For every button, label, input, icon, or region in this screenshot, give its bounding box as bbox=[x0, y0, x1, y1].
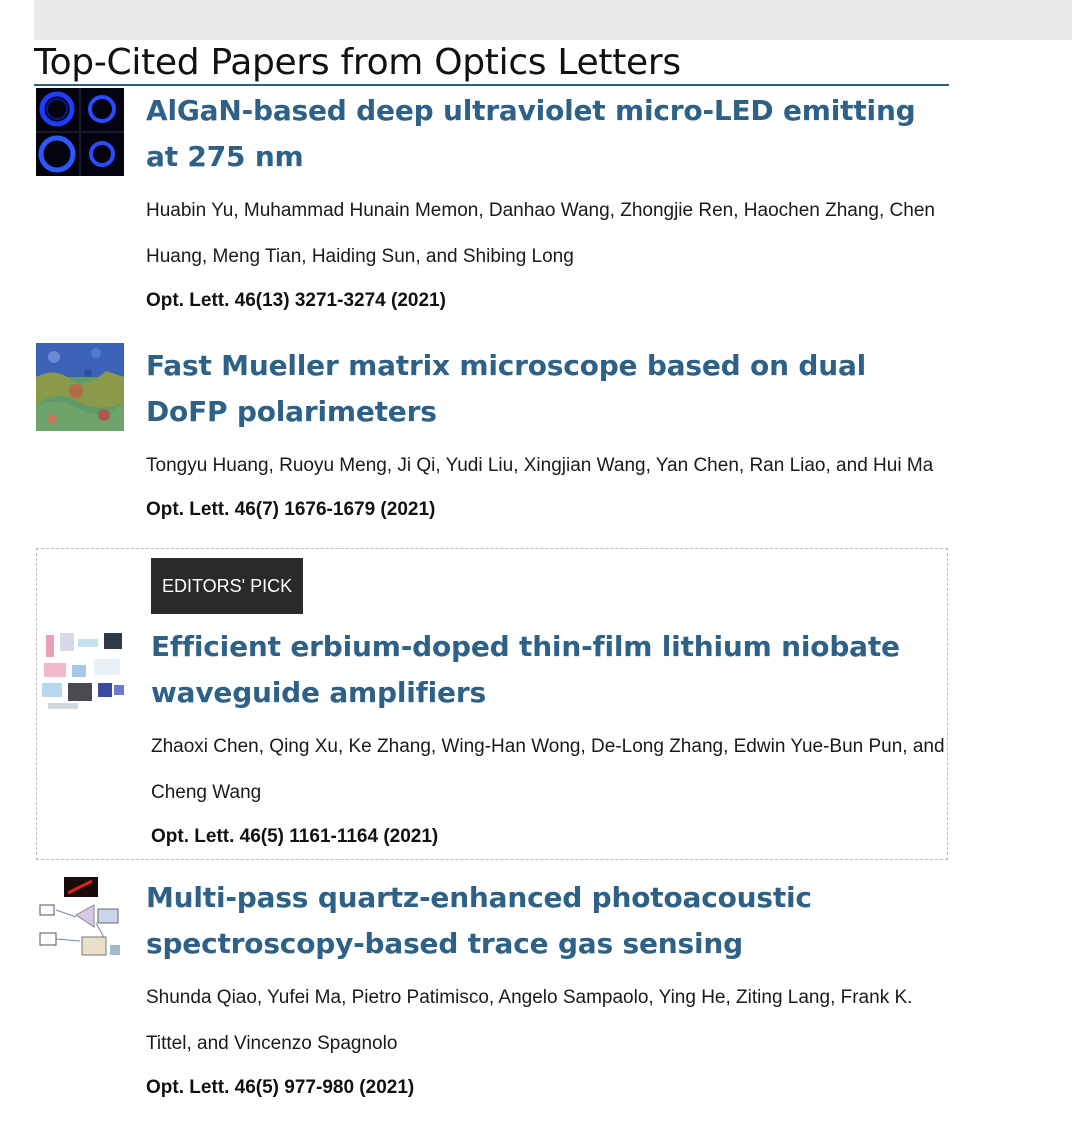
paper-content: AlGaN-based deep ultraviolet micro-LED e… bbox=[146, 88, 946, 322]
paper-content: Multi-pass quartz-enhanced photoacoustic… bbox=[146, 875, 946, 1109]
paper-title-link[interactable]: AlGaN-based deep ultraviolet micro-LED e… bbox=[146, 88, 946, 180]
paper-content: Fast Mueller matrix microscope based on … bbox=[146, 343, 946, 531]
paper-authors: Shunda Qiao, Yufei Ma, Pietro Patimisco,… bbox=[146, 987, 913, 1054]
paper-title-link[interactable]: Fast Mueller matrix microscope based on … bbox=[146, 343, 946, 435]
paper-thumbnail[interactable] bbox=[38, 629, 126, 717]
paper-content: EDITORS' PICK Efficient erbium-doped thi… bbox=[151, 558, 951, 858]
paper-title-link[interactable]: Efficient erbium-doped thin-film lithium… bbox=[151, 624, 951, 716]
paper-authors: Tongyu Huang, Ruoyu Meng, Ji Qi, Yudi Li… bbox=[146, 455, 934, 476]
paper-citation: Opt. Lett. 46(5) 977-980 (2021) bbox=[146, 1077, 415, 1098]
paper-thumbnail[interactable] bbox=[36, 875, 124, 963]
top-bar bbox=[34, 0, 1072, 40]
paper-thumbnail[interactable] bbox=[36, 343, 124, 431]
paper-authors: Zhaoxi Chen, Qing Xu, Ke Zhang, Wing-Han… bbox=[151, 736, 945, 803]
section-title: Top-Cited Papers from Optics Letters bbox=[34, 40, 949, 86]
paper-citation: Opt. Lett. 46(5) 1161-1164 (2021) bbox=[151, 826, 439, 847]
paper-item: Fast Mueller matrix microscope based on … bbox=[36, 343, 948, 533]
paper-citation: Opt. Lett. 46(13) 3271-3274 (2021) bbox=[146, 290, 446, 311]
editors-pick-item: EDITORS' PICK Efficient erbium-doped thi… bbox=[36, 548, 948, 860]
paper-citation: Opt. Lett. 46(7) 1676-1679 (2021) bbox=[146, 499, 436, 520]
paper-authors: Huabin Yu, Muhammad Hunain Memon, Danhao… bbox=[146, 200, 935, 267]
paper-title-link[interactable]: Multi-pass quartz-enhanced photoacoustic… bbox=[146, 875, 946, 967]
editors-pick-badge: EDITORS' PICK bbox=[151, 558, 304, 614]
paper-thumbnail[interactable] bbox=[36, 88, 124, 176]
paper-item: AlGaN-based deep ultraviolet micro-LED e… bbox=[36, 88, 948, 324]
paper-item: Multi-pass quartz-enhanced photoacoustic… bbox=[36, 875, 948, 1111]
